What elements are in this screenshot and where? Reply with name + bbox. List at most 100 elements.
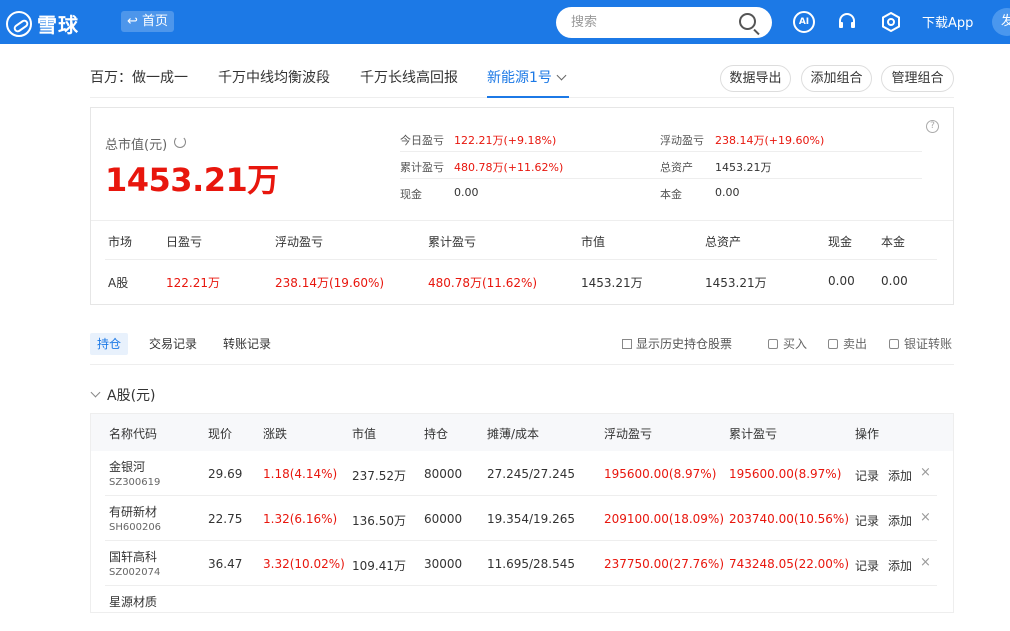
delete-icon[interactable]: × — [920, 465, 931, 480]
return-icon: ↩ — [127, 14, 138, 29]
bank-transfer-icon — [889, 338, 899, 349]
market-header-principal: 本金 — [881, 235, 906, 249]
refresh-icon[interactable] — [174, 136, 186, 148]
principal-value: 0.00 — [715, 186, 740, 199]
stock-cost: 19.354/19.265 — [487, 512, 576, 526]
sell-button[interactable]: 卖出 — [828, 335, 867, 352]
portfolio-tab-2[interactable]: 千万中线均衡波段 — [218, 67, 330, 87]
market-header-daily-pl: 日盈亏 — [166, 235, 203, 249]
add-button[interactable]: 添加 — [888, 467, 912, 484]
add-button[interactable]: 添加 — [888, 512, 912, 529]
total-value: 1453.21万 — [105, 161, 279, 199]
ai-label: AI — [798, 17, 810, 27]
market-header-mkt-value: 市值 — [581, 235, 606, 249]
market-cell-cum-pl: 480.78万(11.62%) — [428, 276, 538, 290]
sell-icon — [828, 338, 838, 349]
collapse-chevron-icon — [90, 387, 101, 397]
summary-divider — [91, 220, 953, 221]
col-float-pl: 浮动盈亏 — [604, 427, 653, 441]
tab-trade-records[interactable]: 交易记录 — [142, 333, 204, 355]
sell-label: 卖出 — [843, 337, 868, 351]
stock-name[interactable]: 星源材质 — [109, 593, 157, 610]
market-cell-mkt-value: 1453.21万 — [581, 276, 643, 290]
settings-icon[interactable] — [880, 11, 902, 33]
a-share-section-title: A股(元) — [107, 388, 156, 404]
stock-cost: 27.245/27.245 — [487, 467, 576, 481]
export-data-button[interactable]: 数据导出 — [720, 65, 791, 92]
stock-name[interactable]: 金银河 — [109, 458, 145, 475]
user-avatar[interactable]: 发 — [992, 8, 1010, 36]
add-button[interactable]: 添加 — [888, 557, 912, 574]
stock-code: SH600206 — [109, 522, 162, 533]
logo-text: 雪球 — [37, 13, 79, 37]
market-header-market: 市场 — [108, 235, 133, 249]
portfolio-tab-1[interactable]: 百万：做一成一 — [90, 67, 188, 87]
stock-name[interactable]: 国轩高科 — [109, 548, 157, 565]
bank-transfer-button[interactable]: 银证转账 — [889, 335, 952, 352]
portfolio-tab-4-label: 新能源1号 — [487, 70, 552, 86]
record-button[interactable]: 记录 — [855, 512, 879, 529]
top-navigation-bar: 雪球 ↩ 首页 AI 下载App 发 — [0, 0, 1010, 44]
stock-code: SZ300619 — [109, 477, 161, 488]
stock-price: 36.47 — [208, 557, 243, 571]
market-header-total-assets: 总资产 — [705, 235, 742, 249]
buy-button[interactable]: 买入 — [768, 335, 807, 352]
customer-service-icon[interactable] — [836, 11, 858, 33]
table-row[interactable]: 有研新材 SH600206 22.75 1.32(6.16%) 136.50万 … — [91, 496, 953, 541]
market-cell-cash: 0.00 — [828, 274, 855, 288]
show-history-toggle[interactable]: 显示历史持仓股票 — [622, 335, 732, 352]
manage-portfolio-button[interactable]: 管理组合 — [881, 65, 954, 92]
stock-name[interactable]: 有研新材 — [109, 503, 157, 520]
market-header-cash: 现金 — [828, 235, 853, 249]
record-button[interactable]: 记录 — [855, 557, 879, 574]
stock-change: 1.32(6.16%) — [263, 512, 338, 526]
bank-transfer-label: 银证转账 — [904, 337, 953, 351]
tab-transfer-records[interactable]: 转账记录 — [216, 333, 278, 355]
stock-change: 1.18(4.14%) — [263, 467, 338, 481]
cum-pl-value: 480.78万(+11.62%) — [454, 161, 564, 174]
download-app-link[interactable]: 下载App — [922, 12, 973, 31]
xueqiu-logo[interactable]: 雪球 — [6, 9, 79, 38]
history-checkbox[interactable] — [622, 338, 632, 349]
portfolio-tab-4[interactable]: 新能源1号 — [487, 67, 567, 87]
stock-cum-pl: 195600.00(8.97%) — [729, 467, 842, 481]
stock-mkt-value: 237.52万 — [352, 469, 406, 483]
col-cost: 摊薄/成本 — [487, 427, 540, 441]
holdings-table-header: 名称代码 现价 涨跌 市值 持仓 摊薄/成本 浮动盈亏 累计盈亏 操作 — [91, 414, 953, 451]
portfolio-summary: 总市值(元) 1453.21万 今日盈亏 122.21万(+9.18%) 累计盈… — [90, 107, 954, 305]
market-cell-market: A股 — [108, 276, 129, 290]
total-assets: 总资产 1453.21万 — [660, 153, 922, 179]
chevron-down-icon — [556, 70, 567, 81]
delete-icon[interactable]: × — [920, 510, 931, 525]
holdings-table: 名称代码 现价 涨跌 市值 持仓 摊薄/成本 浮动盈亏 累计盈亏 操作 金银河 … — [90, 413, 954, 613]
table-row[interactable]: 金银河 SZ300619 29.69 1.18(4.14%) 237.52万 8… — [91, 451, 953, 496]
cash: 现金 0.00 — [400, 180, 660, 206]
table-row[interactable]: 星源材质 — [91, 586, 953, 631]
delete-icon[interactable]: × — [920, 555, 931, 570]
record-button[interactable]: 记录 — [855, 467, 879, 484]
search-input[interactable] — [571, 13, 731, 32]
buy-label: 买入 — [783, 337, 808, 351]
cash-value: 0.00 — [454, 186, 479, 199]
search-box[interactable] — [556, 7, 772, 38]
col-operations: 操作 — [855, 427, 880, 441]
total-assets-value: 1453.21万 — [715, 161, 772, 174]
market-header-cum-pl: 累计盈亏 — [428, 235, 477, 249]
stock-position: 30000 — [424, 557, 463, 571]
col-price: 现价 — [208, 427, 233, 441]
help-icon[interactable]: ? — [926, 120, 939, 133]
col-cum-pl: 累计盈亏 — [729, 427, 778, 441]
a-share-section-header[interactable]: A股(元) — [90, 385, 156, 405]
search-icon[interactable] — [739, 13, 756, 30]
float-pl-value: 238.14万(+19.60%) — [715, 134, 825, 147]
table-row[interactable]: 国轩高科 SZ002074 36.47 3.32(10.02%) 109.41万… — [91, 541, 953, 586]
portfolio-tab-3[interactable]: 千万长线高回报 — [360, 67, 458, 87]
tab-holdings[interactable]: 持仓 — [90, 333, 129, 355]
ai-assistant-icon[interactable]: AI — [793, 11, 815, 33]
principal-label: 本金 — [660, 188, 682, 201]
add-portfolio-button[interactable]: 添加组合 — [801, 65, 872, 92]
home-button[interactable]: ↩ 首页 — [121, 11, 175, 32]
principal: 本金 0.00 — [660, 180, 922, 206]
col-change: 涨跌 — [263, 427, 288, 441]
buy-icon — [768, 338, 778, 349]
